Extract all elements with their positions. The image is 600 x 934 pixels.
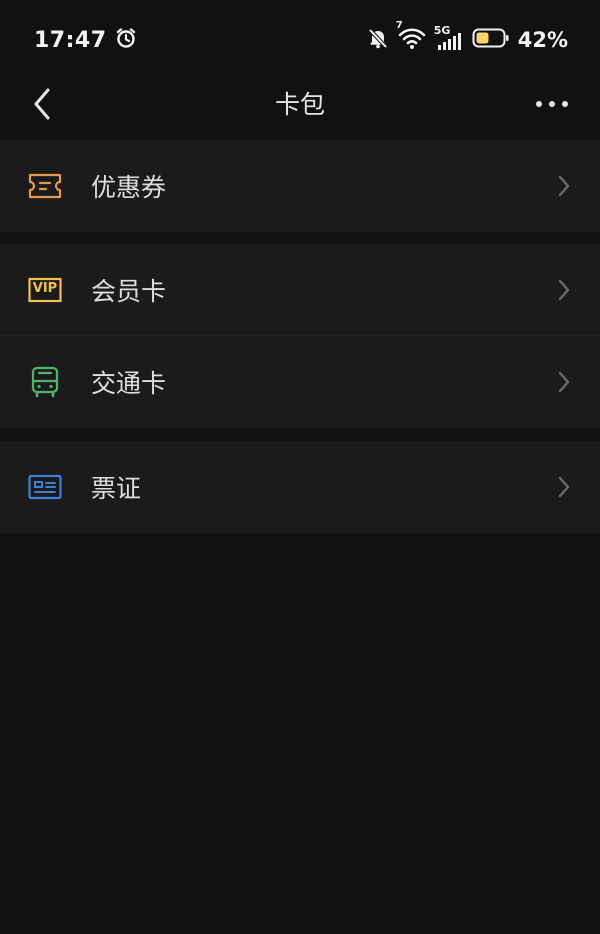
list-item-label: 优惠券 [91, 173, 167, 202]
cellular-signal: 5G [434, 24, 464, 52]
list-group-cards: VIP 会员卡 交通卡 [0, 244, 600, 428]
bus-icon [28, 365, 62, 399]
nav-bar: 卡包 [0, 70, 600, 136]
signal-bars-icon [437, 33, 461, 50]
mute-notification-icon [366, 26, 390, 54]
wifi-icon: 7 [396, 20, 426, 54]
chevron-right-icon [558, 175, 570, 197]
status-left: 17:47 [34, 27, 137, 53]
chevron-right-icon [558, 371, 570, 393]
id-card-icon [28, 470, 62, 504]
vip-icon: VIP [28, 273, 62, 307]
chevron-left-icon [34, 88, 50, 120]
list-item-transit-card[interactable]: 交通卡 [0, 336, 600, 428]
list-item-label: 会员卡 [91, 277, 167, 306]
list-item-coupons[interactable]: 优惠券 [0, 140, 600, 232]
card-wallet-screen: 17:47 7 5G 42% 卡包 优惠券 VIP 会员卡 交通卡 票证 [0, 0, 600, 934]
page-title: 卡包 [274, 90, 325, 119]
status-right: 7 5G 42% [366, 20, 568, 54]
vip-icon-text: VIP [32, 281, 58, 296]
list-item-passes[interactable]: 票证 [0, 441, 600, 533]
status-time: 17:47 [34, 27, 107, 53]
battery-icon [472, 27, 510, 53]
chevron-right-icon [558, 279, 570, 301]
list-item-membership-card[interactable]: VIP 会员卡 [0, 244, 600, 336]
more-options-button[interactable] [530, 84, 574, 124]
list-group-coupons: 优惠券 [0, 140, 600, 232]
back-button[interactable] [22, 84, 62, 124]
wifi-badge: 7 [395, 20, 403, 31]
more-dots-icon [536, 101, 568, 107]
list-item-label: 交通卡 [91, 369, 167, 398]
list-item-label: 票证 [91, 474, 142, 503]
battery-percent: 42% [517, 28, 568, 52]
ticket-icon [28, 169, 62, 203]
chevron-right-icon [558, 476, 570, 498]
status-bar: 17:47 7 5G 42% [0, 0, 600, 80]
list-group-passes: 票证 [0, 441, 600, 533]
alarm-icon [115, 27, 137, 53]
